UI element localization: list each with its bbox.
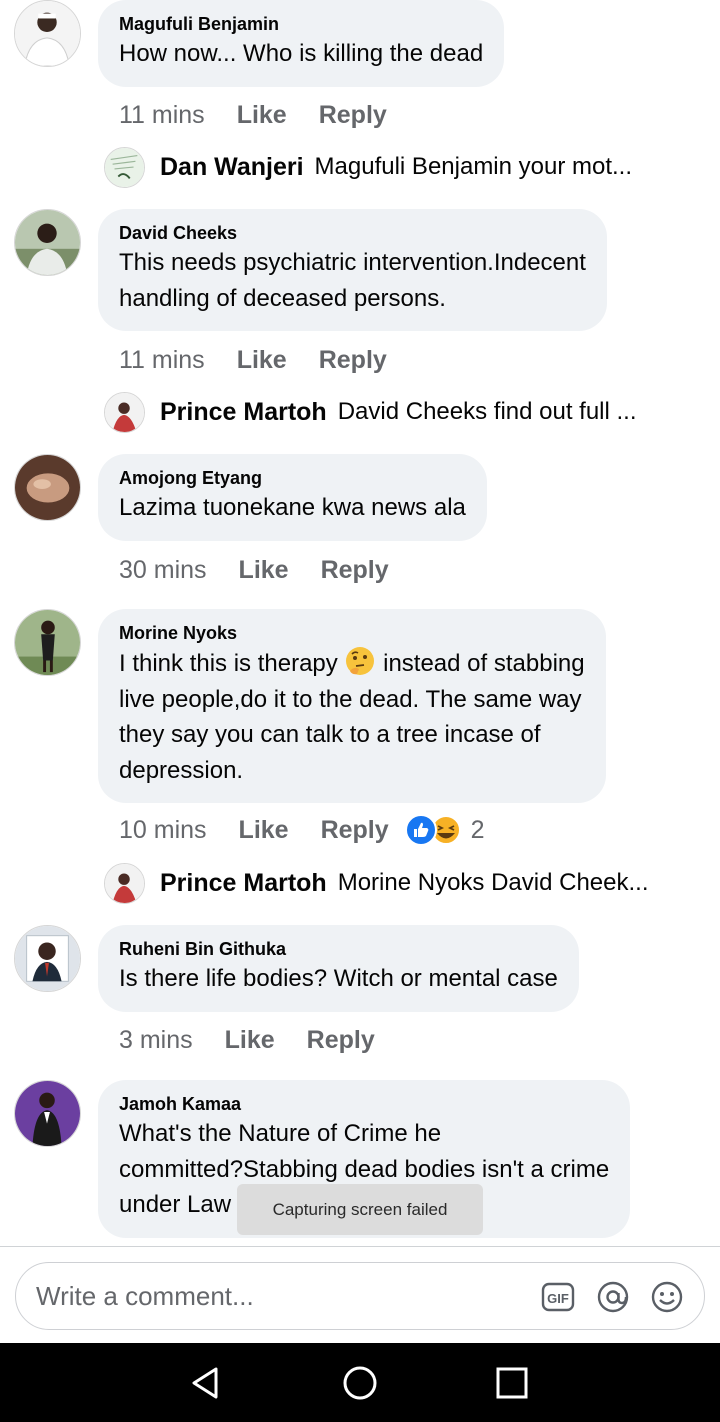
comment-text-line: live people,do it to the dead. The same … (119, 685, 582, 713)
comment-bubble: Amojong Etyang Lazima tuonekane kwa news… (98, 454, 487, 541)
comment-author[interactable]: Amojong Etyang (119, 467, 466, 489)
comment-meta: 3 mins Like Reply (119, 1023, 407, 1057)
emoji-icon[interactable] (650, 1280, 684, 1314)
comment-text-line: depression. (119, 756, 244, 784)
reaction-summary[interactable]: 2 (404, 814, 485, 846)
like-button[interactable]: Like (239, 816, 289, 845)
reply-author[interactable]: Dan Wanjeri (160, 153, 304, 182)
reaction-icons (404, 814, 461, 846)
avatar[interactable] (14, 925, 81, 992)
reaction-count: 2 (470, 815, 485, 844)
comment-text-line: they say you can talk to a tree incase o… (119, 721, 541, 748)
comment-author[interactable]: Morine Nyoks (119, 622, 585, 644)
mention-icon[interactable] (596, 1280, 630, 1314)
avatar[interactable] (14, 1080, 81, 1147)
reply-text: Morine Nyoks David Cheek... (337, 869, 649, 896)
divider (0, 1246, 720, 1247)
avatar[interactable] (14, 209, 81, 276)
reply-preview[interactable]: Dan Wanjeri Magufuli Benjamin your mot..… (104, 146, 632, 188)
home-icon[interactable] (340, 1363, 380, 1403)
like-button[interactable]: Like (237, 346, 287, 375)
comment-text-segment: I think this is therapy (119, 650, 338, 677)
comment-meta: 11 mins Like Reply (119, 98, 419, 132)
comment-meta: 30 mins Like Reply (119, 553, 421, 587)
reply-button[interactable]: Reply (319, 346, 387, 375)
comment-composer[interactable]: Write a comment... GIF (15, 1262, 705, 1330)
reply-author[interactable]: Prince Martoh (160, 869, 327, 898)
reply-text: David Cheeks find out full ... (337, 398, 637, 425)
system-nav-bar (0, 1343, 720, 1422)
comment-text-line: This needs psychiatric intervention.Inde… (119, 249, 586, 276)
comment-time[interactable]: 3 mins (119, 1026, 193, 1055)
reply-button[interactable]: Reply (321, 816, 389, 845)
like-button[interactable]: Like (225, 1026, 275, 1055)
avatar (104, 862, 145, 904)
comment-bubble: Magufuli Benjamin How now... Who is kill… (98, 0, 505, 87)
comment-text: Lazima tuonekane kwa news ala (119, 494, 466, 521)
comment-input-placeholder[interactable]: Write a comment... (36, 1263, 254, 1329)
like-button[interactable]: Like (237, 101, 287, 130)
avatar (104, 391, 145, 433)
comment-meta: 11 mins Like Reply (119, 343, 419, 377)
svg-text:GIF: GIF (547, 1291, 569, 1306)
toast-message: Capturing screen failed (237, 1184, 483, 1235)
gif-icon[interactable]: GIF (541, 1280, 575, 1314)
avatar[interactable] (14, 454, 81, 521)
avatar[interactable] (14, 0, 81, 67)
comment-time[interactable]: 11 mins (119, 101, 205, 130)
like-icon (404, 814, 437, 846)
comment-bubble: Ruheni Bin Githuka Is there life bodies?… (98, 925, 579, 1012)
back-icon[interactable] (186, 1363, 226, 1403)
comment-author[interactable]: David Cheeks (119, 222, 586, 244)
comment-bubble: David Cheeks This needs psychiatric inte… (98, 209, 607, 331)
reply-preview[interactable]: Prince Martoh Morine Nyoks David Cheek..… (104, 862, 648, 904)
comment-meta: 10 mins Like Reply 2 (119, 813, 485, 847)
comment-time[interactable]: 30 mins (119, 556, 207, 585)
avatar (104, 146, 145, 188)
avatar[interactable] (14, 609, 81, 676)
comment-time[interactable]: 11 mins (119, 346, 205, 375)
reply-text: Magufuli Benjamin your mot... (314, 153, 633, 180)
comment-time[interactable]: 10 mins (119, 816, 207, 845)
like-button[interactable]: Like (239, 556, 289, 585)
reply-author[interactable]: Prince Martoh (160, 398, 327, 427)
comment-text-line: I think this is therapy instead of stabb… (119, 645, 585, 682)
recents-icon[interactable] (492, 1363, 532, 1403)
comment-text: How now... Who is killing the dead (119, 40, 484, 67)
comment-text: Is there life bodies? Witch or mental ca… (119, 965, 558, 992)
comment-text-line: committed?Stabbing dead bodies isn't a c… (119, 1155, 610, 1183)
comment-text-segment: instead of stabbing (383, 650, 585, 677)
comment-bubble: Morine Nyoks I think this is therapy ins… (98, 609, 606, 803)
reply-button[interactable]: Reply (321, 556, 389, 585)
thinking-face-icon (344, 645, 376, 677)
comment-text-line: handling of deceased persons. (119, 284, 446, 312)
comment-author[interactable]: Magufuli Benjamin (119, 13, 483, 35)
comment-text-line: What's the Nature of Crime he (119, 1120, 442, 1147)
reply-button[interactable]: Reply (307, 1026, 375, 1055)
comment-author[interactable]: Jamoh Kamaa (119, 1093, 609, 1115)
reply-button[interactable]: Reply (319, 101, 387, 130)
comment-author[interactable]: Ruheni Bin Githuka (119, 938, 558, 960)
reply-preview[interactable]: Prince Martoh David Cheeks find out full… (104, 391, 637, 433)
